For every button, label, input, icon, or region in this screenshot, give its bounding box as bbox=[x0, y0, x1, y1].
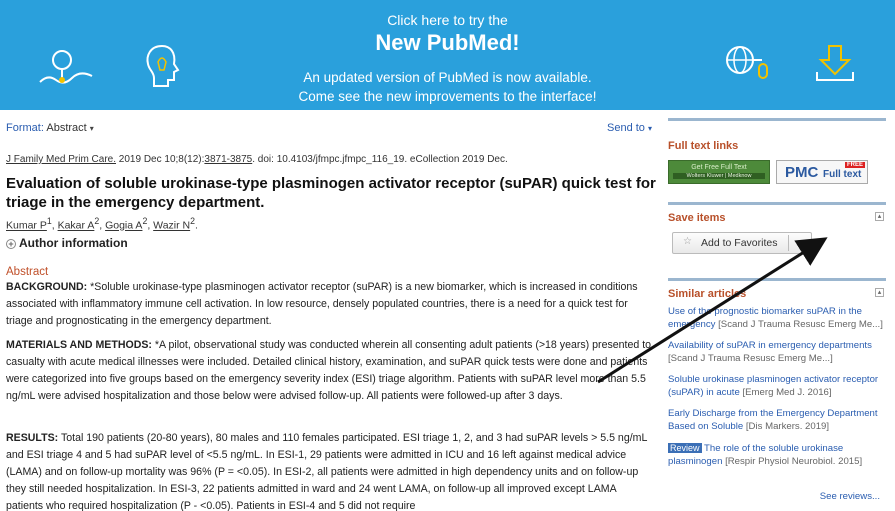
abstract-results: RESULTS: Total 190 patients (20-80 years… bbox=[6, 430, 654, 511]
review-badge: Review bbox=[668, 443, 702, 453]
pmc-full-text: Full text bbox=[823, 169, 862, 180]
wolters-kluwer-link[interactable]: Get Free Full Text Wolters Kluwer | Medk… bbox=[668, 160, 770, 184]
results-label: RESULTS: bbox=[6, 432, 59, 444]
chevron-down-icon[interactable]: ▼ bbox=[796, 238, 804, 247]
section-divider bbox=[668, 278, 886, 281]
globe-mouse-icon bbox=[726, 46, 768, 79]
background-text: *Soluble urokinase-type plasminogen acti… bbox=[6, 281, 638, 327]
similar-article-journal: [Dis Markers. 2019] bbox=[743, 420, 830, 432]
add-favorites-label: Add to Favorites bbox=[701, 237, 778, 249]
chevron-down-icon: ▾ bbox=[647, 124, 652, 133]
similar-article-journal: [Respir Physiol Neurobiol. 2015] bbox=[722, 455, 863, 467]
author-link[interactable]: Kumar P bbox=[6, 220, 47, 232]
similar-article-item[interactable]: Review The role of the soluble urokinase… bbox=[668, 442, 888, 468]
similar-article-item[interactable]: Early Discharge from the Emergency Depar… bbox=[668, 408, 888, 433]
author-list: Kumar P1, Kakar A2, Gogia A2, Wazir N2. bbox=[6, 216, 198, 232]
similar-article-title[interactable]: Availability of suPAR in emergency depar… bbox=[668, 340, 872, 351]
save-items-heading: Save items bbox=[668, 212, 726, 224]
similar-article-item[interactable]: Availability of suPAR in emergency depar… bbox=[668, 340, 888, 365]
citation: J Family Med Prim Care. 2019 Dec 10;8(12… bbox=[6, 154, 508, 165]
abstract-methods: MATERIALS AND METHODS: *A pilot, observa… bbox=[6, 337, 654, 405]
author-info-label: Author information bbox=[19, 236, 128, 250]
pmc-label: PMC bbox=[785, 164, 819, 181]
citation-doi: . doi: 10.4103/jfmpc.jfmpc_116_19. eColl… bbox=[252, 154, 508, 165]
author-link[interactable]: Wazir N bbox=[153, 220, 190, 232]
collapse-icon[interactable]: ▴ bbox=[875, 212, 884, 221]
similar-article-journal: [Emerg Med J. 2016] bbox=[739, 386, 832, 398]
pmc-full-text-link[interactable]: PMC Full text FREE bbox=[776, 160, 868, 184]
abstract-background: BACKGROUND: *Soluble urokinase-type plas… bbox=[6, 279, 654, 330]
similar-article-item[interactable]: Use of the prognostic biomarker suPAR in… bbox=[668, 306, 888, 331]
author-affil: 1 bbox=[46, 216, 52, 226]
format-label: Format: bbox=[6, 122, 44, 134]
star-icon: ☆ bbox=[683, 236, 692, 247]
format-dropdown[interactable]: Format: Abstract ▾ bbox=[6, 122, 94, 134]
abstract-heading: Abstract bbox=[6, 266, 49, 278]
full-text-heading: Full text links bbox=[668, 140, 739, 152]
wk-subtext: Wolters Kluwer | Medknow bbox=[673, 173, 765, 179]
author-affil: 2 bbox=[190, 216, 195, 226]
chevron-down-icon: ▾ bbox=[89, 124, 94, 133]
similar-article-journal: [Scand J Trauma Resusc Emerg Me...] bbox=[715, 318, 883, 330]
download-icon bbox=[816, 45, 854, 81]
pages-link[interactable]: 3871-3875 bbox=[204, 154, 252, 165]
add-to-favorites-button[interactable]: ☆ Add to Favorites ▼ bbox=[672, 232, 812, 254]
results-text: Total 190 patients (20-80 years), 80 mal… bbox=[6, 432, 647, 511]
banner-line-4: Come see the new improvements to the int… bbox=[298, 89, 597, 104]
free-badge: FREE bbox=[844, 162, 865, 168]
section-divider bbox=[668, 202, 886, 205]
similar-article-item[interactable]: Soluble urokinase plasminogen activator … bbox=[668, 374, 888, 399]
format-row: Format: Abstract ▾ Send to ▾ bbox=[6, 122, 656, 138]
methods-label: MATERIALS AND METHODS: bbox=[6, 339, 152, 351]
banner-line-1: Click here to try the bbox=[387, 12, 508, 28]
author-affil: 2 bbox=[142, 216, 148, 226]
section-divider bbox=[668, 118, 886, 121]
author-affil: 2 bbox=[94, 216, 100, 226]
similar-articles-heading: Similar articles bbox=[668, 288, 747, 300]
send-to-label: Send to bbox=[607, 122, 645, 134]
background-label: BACKGROUND: bbox=[6, 281, 88, 293]
similar-articles-list: Use of the prognostic biomarker suPAR in… bbox=[668, 306, 890, 477]
citation-date: 2019 Dec 10;8(12): bbox=[116, 154, 205, 165]
wk-text: Get Free Full Text bbox=[691, 164, 747, 171]
author-link[interactable]: Gogia A bbox=[105, 220, 142, 232]
author-info-toggle[interactable]: + Author information bbox=[6, 236, 128, 250]
author-link[interactable]: Kakar A bbox=[58, 220, 95, 232]
article-title: Evaluation of soluble urokinase-type pla… bbox=[6, 175, 656, 211]
new-pubmed-banner[interactable]: Click here to try the New PubMed! An upd… bbox=[0, 0, 895, 110]
format-value: Abstract bbox=[46, 122, 87, 134]
button-separator bbox=[788, 235, 789, 251]
journal-link[interactable]: J Family Med Prim Care. bbox=[6, 154, 116, 165]
expand-icon: + bbox=[6, 239, 16, 249]
collapse-icon[interactable]: ▴ bbox=[875, 288, 884, 297]
see-reviews-link[interactable]: See reviews... bbox=[820, 491, 880, 502]
send-to-dropdown[interactable]: Send to ▾ bbox=[607, 122, 652, 134]
similar-article-journal: [Scand J Trauma Resusc Emerg Me...] bbox=[668, 352, 833, 364]
